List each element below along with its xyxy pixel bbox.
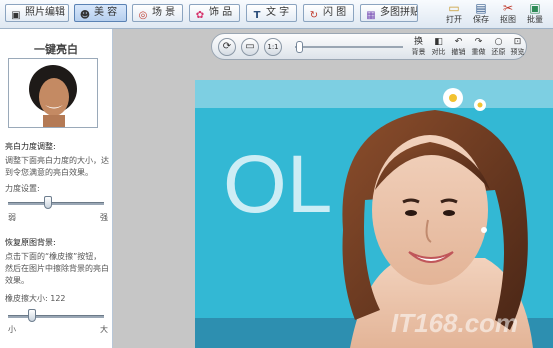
compare-icon: ◧ (434, 37, 443, 47)
batch-button[interactable]: ▣ 批量 (522, 1, 548, 27)
eraser-size-slider[interactable] (8, 309, 104, 323)
restore-button[interactable]: ○ 还原 (488, 37, 509, 58)
monitor-icon: ▭ (245, 41, 255, 52)
folder-open-icon: ▭ (448, 1, 460, 15)
strength-max-label: 强 (100, 213, 108, 222)
eraser-slider-handle[interactable] (28, 309, 36, 322)
cutout-icon: ✂ (502, 1, 514, 15)
actual-size-icon: 1:1 (267, 43, 279, 51)
change-background-button[interactable]: 换 背景 (408, 37, 429, 58)
eraser-track (8, 315, 104, 318)
panel-title: 一键亮白 (34, 43, 78, 56)
actual-size-button[interactable]: 1:1 (264, 38, 282, 56)
tab-label: 多图拼贴 (380, 7, 418, 18)
undo-button[interactable]: ↶ 撤销 (448, 37, 469, 58)
restore-label: 还原 (491, 48, 506, 56)
tab-label: 文 字 (266, 7, 290, 18)
zoom-slider-track[interactable] (295, 46, 403, 48)
bow-icon: ✿ (195, 10, 205, 21)
tab-label: 照片编辑 (25, 7, 65, 18)
eraser-size-label: 橡皮擦大小: 122 (5, 294, 66, 303)
tab-accessories[interactable]: ✿ 饰 品 (189, 4, 240, 22)
eraser-range: 小 大 (8, 324, 108, 335)
preview-label: 预览 (510, 48, 525, 56)
eraser-min-label: 小 (8, 325, 16, 334)
strength-min-label: 弱 (8, 213, 16, 222)
undo-icon: ↶ (454, 37, 463, 47)
strength-slider[interactable] (8, 196, 104, 210)
editing-canvas[interactable]: ⟳ ▭ 1:1 换 背景 ◧ 对比 ↶ 撤销 ↷ 重做 ○ 还原 ⊡ 预览 OL… (113, 29, 553, 348)
restore-description: 点击下面的“橡皮擦”按钮，然后在图片中擦除背景的亮白效果。 (5, 252, 109, 285)
brightness-description: 调整下面亮白力度的大小，达到令您满意的亮白效果。 (5, 156, 109, 177)
tab-collage[interactable]: ▦ 多图拼贴 (360, 4, 418, 22)
zoom-slider-handle[interactable] (296, 41, 304, 53)
watermark: IT168.com (391, 308, 518, 338)
tab-photo-edit[interactable]: ▣ 照片编辑 (5, 4, 69, 22)
scene-icon: ◎ (138, 10, 148, 21)
beauty-face-icon: ☻ (79, 10, 91, 21)
redo-label: 重做 (471, 48, 486, 56)
open-label: 打开 (446, 15, 462, 24)
photo-edit-icon: ▣ (11, 10, 21, 21)
cutout-button[interactable]: ✂ 抠图 (495, 1, 521, 27)
rotate-icon: ⟳ (222, 41, 232, 52)
portrait-thumbnail-image (9, 59, 97, 127)
batch-label: 批量 (527, 15, 543, 24)
tab-label: 闪 图 (323, 7, 347, 18)
strength-label: 力度设置: (5, 184, 40, 193)
background-icon: 换 (413, 37, 423, 47)
portrait-photo: OL IT168.com (195, 80, 553, 348)
save-button[interactable]: ▤ 保存 (468, 1, 494, 27)
cutout-label: 抠图 (500, 15, 516, 24)
tab-scene[interactable]: ◎ 场 景 (132, 4, 183, 22)
undo-label: 撤销 (451, 48, 466, 56)
fit-screen-button[interactable]: ▭ (241, 38, 259, 56)
flash-icon: ↻ (309, 10, 319, 21)
collage-icon: ▦ (366, 10, 376, 21)
eraser-max-label: 大 (100, 325, 108, 334)
batch-icon: ▣ (529, 1, 541, 15)
tab-text[interactable]: T文 字 (246, 4, 297, 22)
tab-label: 场 景 (152, 7, 176, 18)
preview-icon: ⊡ (513, 37, 522, 47)
compare-button[interactable]: ◧ 对比 (428, 37, 449, 58)
preview-button[interactable]: ⊡ 预览 (507, 37, 528, 58)
tab-label: 饰 品 (209, 7, 233, 18)
effect-thumbnail[interactable] (8, 58, 98, 128)
text-icon: T (253, 10, 261, 21)
tab-beauty[interactable]: ☻ 美 容 (74, 4, 127, 22)
redo-icon: ↷ (474, 37, 483, 47)
tab-label: 美 容 (94, 7, 118, 18)
restore-heading: 恢复原图背景: (5, 238, 56, 247)
redo-button[interactable]: ↷ 重做 (468, 37, 489, 58)
open-button[interactable]: ▭ 打开 (441, 1, 467, 27)
strength-range: 弱 强 (8, 212, 108, 223)
tab-flash[interactable]: ↻ 闪 图 (303, 4, 354, 22)
change-background-label: 背景 (411, 48, 426, 56)
beauty-sidebar: 一键亮白 亮白力度调整: 调整下面亮白力度的大小，达到令您满意的亮白效果。 力度… (0, 29, 113, 348)
photo-toolbar: ⟳ ▭ 1:1 换 背景 ◧ 对比 ↶ 撤销 ↷ 重做 ○ 还原 ⊡ 预览 (211, 33, 527, 60)
main-toolbar: ▣ 照片编辑 ☻ 美 容 ◎ 场 景 ✿ 饰 品 T 文 字 ↻ 闪 图 ▦ 多图拼贴 ▭ 打… (0, 0, 553, 29)
compare-label: 对比 (431, 48, 446, 56)
strength-slider-handle[interactable] (44, 196, 53, 209)
rotate-button[interactable]: ⟳ (218, 38, 236, 56)
save-icon: ▤ (475, 1, 487, 15)
brightness-heading: 亮白力度调整: (5, 142, 56, 151)
strength-track (8, 202, 104, 205)
restore-icon: ○ (494, 37, 503, 47)
save-label: 保存 (473, 15, 489, 24)
banner-text: OL (223, 139, 332, 230)
